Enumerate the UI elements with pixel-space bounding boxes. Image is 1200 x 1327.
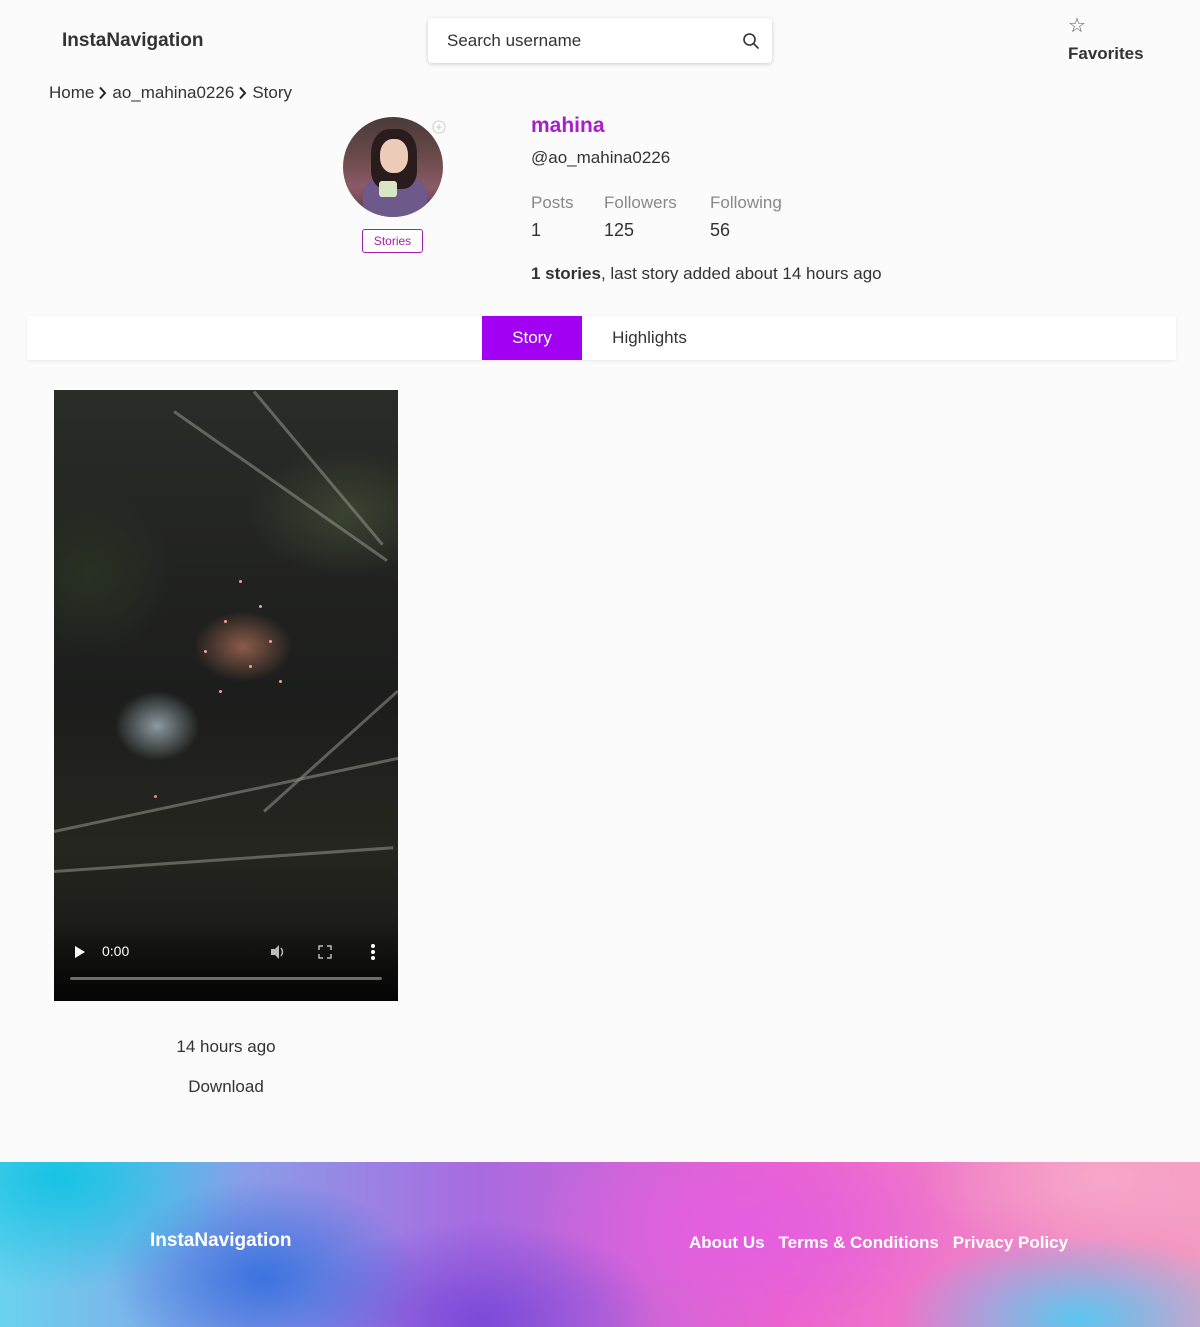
stat-label: Posts [531,193,574,212]
download-button[interactable]: Download [54,1077,398,1097]
footer-link-privacy[interactable]: Privacy Policy [953,1233,1068,1253]
volume-icon[interactable] [269,943,287,961]
breadcrumb-user[interactable]: ao_mahina0226 [112,83,234,103]
search-icon[interactable] [742,32,760,50]
tree-branch [252,390,384,546]
footer-logo[interactable]: InstaNavigation [150,1230,291,1252]
firework-spark [259,605,262,608]
tree-branch [54,755,398,833]
video-progress-bar[interactable] [70,977,382,980]
breadcrumb-current: Story [252,83,292,102]
play-icon[interactable] [74,945,86,959]
fullscreen-icon[interactable] [318,945,332,959]
firework-spark [154,795,157,798]
firework-spark [224,620,227,623]
chevron-right-icon [98,86,107,100]
breadcrumb-home[interactable]: Home [49,83,94,103]
story-video[interactable]: 0:00 [54,390,398,1001]
footer-links: About Us Terms & Conditions Privacy Poli… [689,1233,1068,1253]
stat-posts: Posts 1 [531,193,574,241]
stories-button[interactable]: Stories [362,229,423,253]
footer-link-terms[interactable]: Terms & Conditions [779,1233,939,1253]
footer: InstaNavigation About Us Terms & Conditi… [0,1162,1200,1327]
profile-name: mahina [531,114,605,137]
story-timestamp: 14 hours ago [176,1037,276,1056]
site-logo[interactable]: InstaNavigation [62,30,203,52]
breadcrumb: Home ao_mahina0226 Story [49,83,292,103]
avatar-cup [379,181,397,197]
firework-spark [239,580,242,583]
stories-last-added: , last story added about 14 hours ago [600,264,882,283]
more-options-icon[interactable] [370,943,376,961]
stat-value: 1 [531,220,542,240]
firework-spark [269,640,272,643]
stories-summary: 1 stories, last story added about 14 hou… [531,264,882,284]
avatar [343,117,443,217]
chevron-right-icon [238,86,247,100]
favorites-link[interactable]: ☆ Favorites [1068,15,1148,64]
stat-label: Following [710,193,782,212]
star-icon: ☆ [1068,15,1086,37]
search-input[interactable] [447,30,742,51]
firework-spark [204,650,207,653]
stat-value: 56 [710,220,731,240]
tree-branch [54,846,394,873]
add-favorite-icon[interactable] [432,120,446,134]
video-time: 0:00 [102,943,130,959]
tree-branch [262,689,398,813]
video-controls: 0:00 [54,921,398,1001]
favorites-label: Favorites [1068,44,1144,63]
tab-story[interactable]: Story [482,316,582,360]
tab-highlights[interactable]: Highlights [582,316,717,360]
stat-value: 125 [604,220,635,240]
firework-spark [279,680,282,683]
tree-branch [173,410,388,562]
stat-label: Followers [604,193,677,212]
avatar-face [380,139,408,173]
stories-count: 1 stories [531,264,601,283]
firework-spark [219,690,222,693]
stat-followers: Followers 125 [604,193,677,241]
stat-following: Following 56 [710,193,782,241]
footer-link-about[interactable]: About Us [689,1233,765,1253]
tab-bar: Story Highlights [27,316,1176,360]
profile-handle: @ao_mahina0226 [531,148,671,167]
search-box[interactable] [428,18,772,63]
firework-spark [249,665,252,668]
